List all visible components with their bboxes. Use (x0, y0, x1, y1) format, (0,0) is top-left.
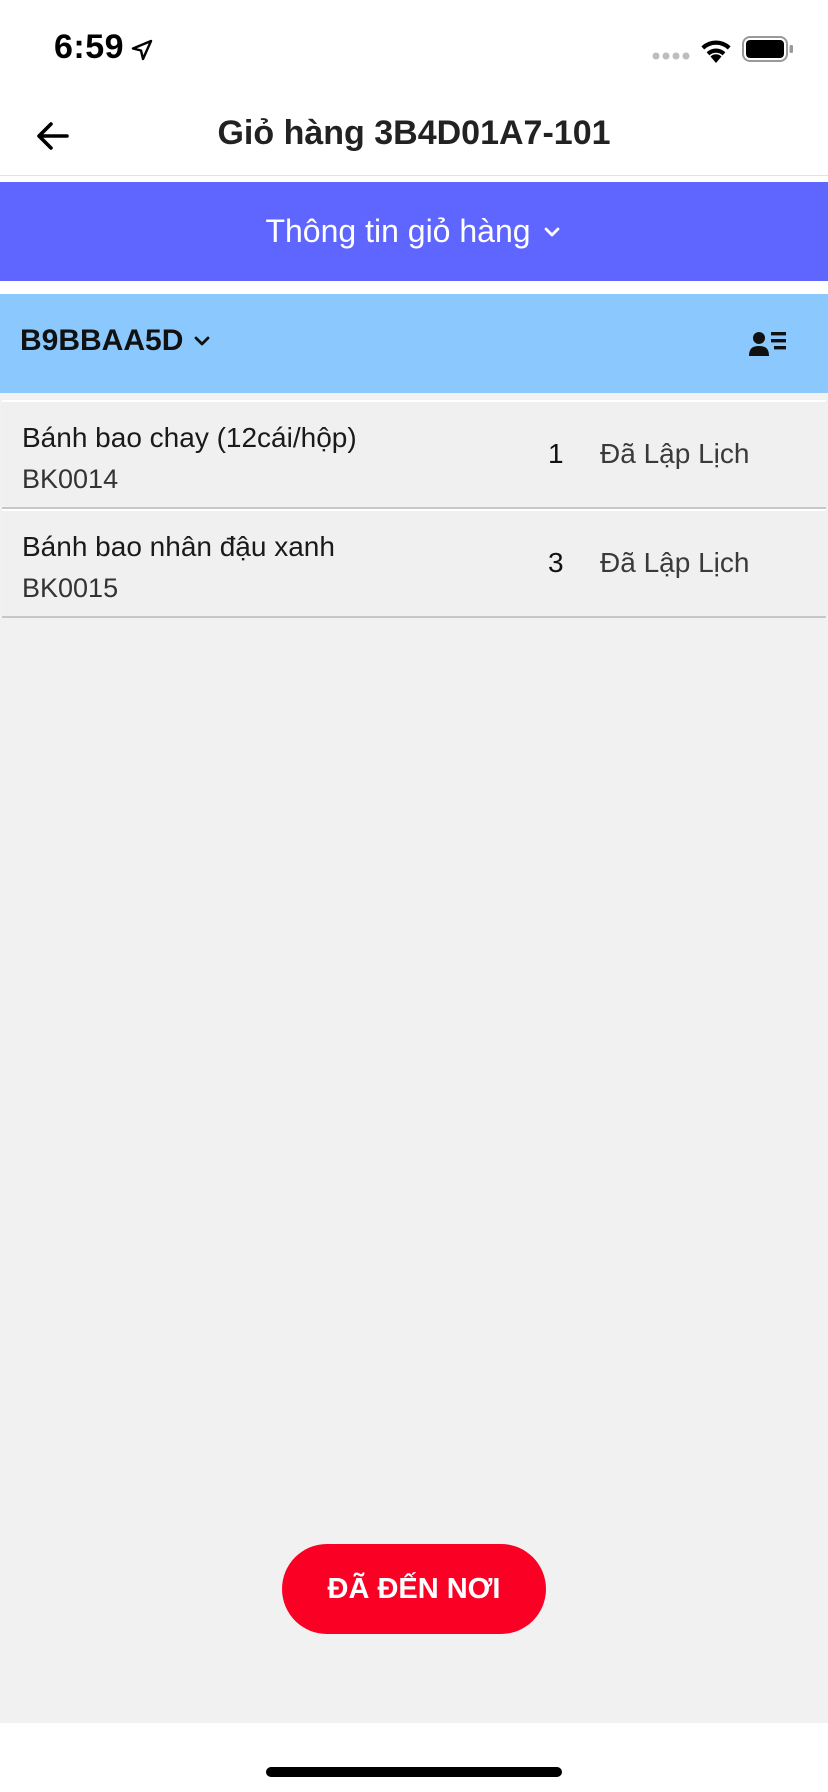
wifi-icon (701, 40, 731, 63)
cart-info-toggle[interactable]: Thông tin giỏ hàng (0, 182, 828, 281)
status-bar: 6:59 (0, 0, 828, 96)
nav-bar: Giỏ hàng 3B4D01A7-101 (0, 96, 828, 176)
item-code: BK0015 (22, 573, 119, 603)
item-status: Đã Lập Lịch (600, 547, 750, 578)
item-status: Đã Lập Lịch (600, 438, 750, 469)
customer-code: B9BBAA5D (20, 324, 184, 357)
home-indicator[interactable] (266, 1767, 562, 1777)
page-title: Giỏ hàng 3B4D01A7-101 (217, 114, 611, 152)
customer-list-button[interactable] (744, 320, 792, 368)
item-name: Bánh bao nhân đậu xanh (22, 531, 335, 562)
customer-selector[interactable]: B9BBAA5D (20, 324, 213, 358)
chevron-down-icon (544, 227, 559, 236)
battery-icon (742, 36, 793, 62)
item-quantity: 3 (548, 547, 564, 578)
item-quantity: 1 (548, 438, 564, 469)
list-item[interactable]: Bánh bao nhân đậu xanh BK0015 3 Đã Lập L… (2, 509, 826, 618)
item-name: Bánh bao chay (12cái/hộp) (22, 422, 357, 453)
list-item[interactable]: Bánh bao chay (12cái/hộp) BK0014 1 Đã Lậ… (2, 400, 826, 509)
user-list-icon (749, 332, 786, 356)
content-area: Bánh bao chay (12cái/hộp) BK0014 1 Đã Lậ… (0, 393, 828, 1723)
chevron-down-icon (194, 336, 210, 346)
item-list: Bánh bao chay (12cái/hộp) BK0014 1 Đã Lậ… (2, 400, 826, 618)
location-arrow-icon (131, 39, 153, 61)
cellular-signal-icon (652, 52, 690, 60)
home-indicator-area (0, 1723, 828, 1792)
cart-info-label: Thông tin giỏ hàng (265, 213, 531, 249)
screen: 6:59 Giỏ hàng 3B4D01A7-101 Thông tin giỏ… (0, 0, 828, 1792)
item-code: BK0014 (22, 464, 119, 494)
arrived-button[interactable]: ĐÃ ĐẾN NƠI (282, 1544, 546, 1634)
status-time: 6:59 (54, 28, 125, 66)
customer-bar: B9BBAA5D (0, 294, 828, 393)
